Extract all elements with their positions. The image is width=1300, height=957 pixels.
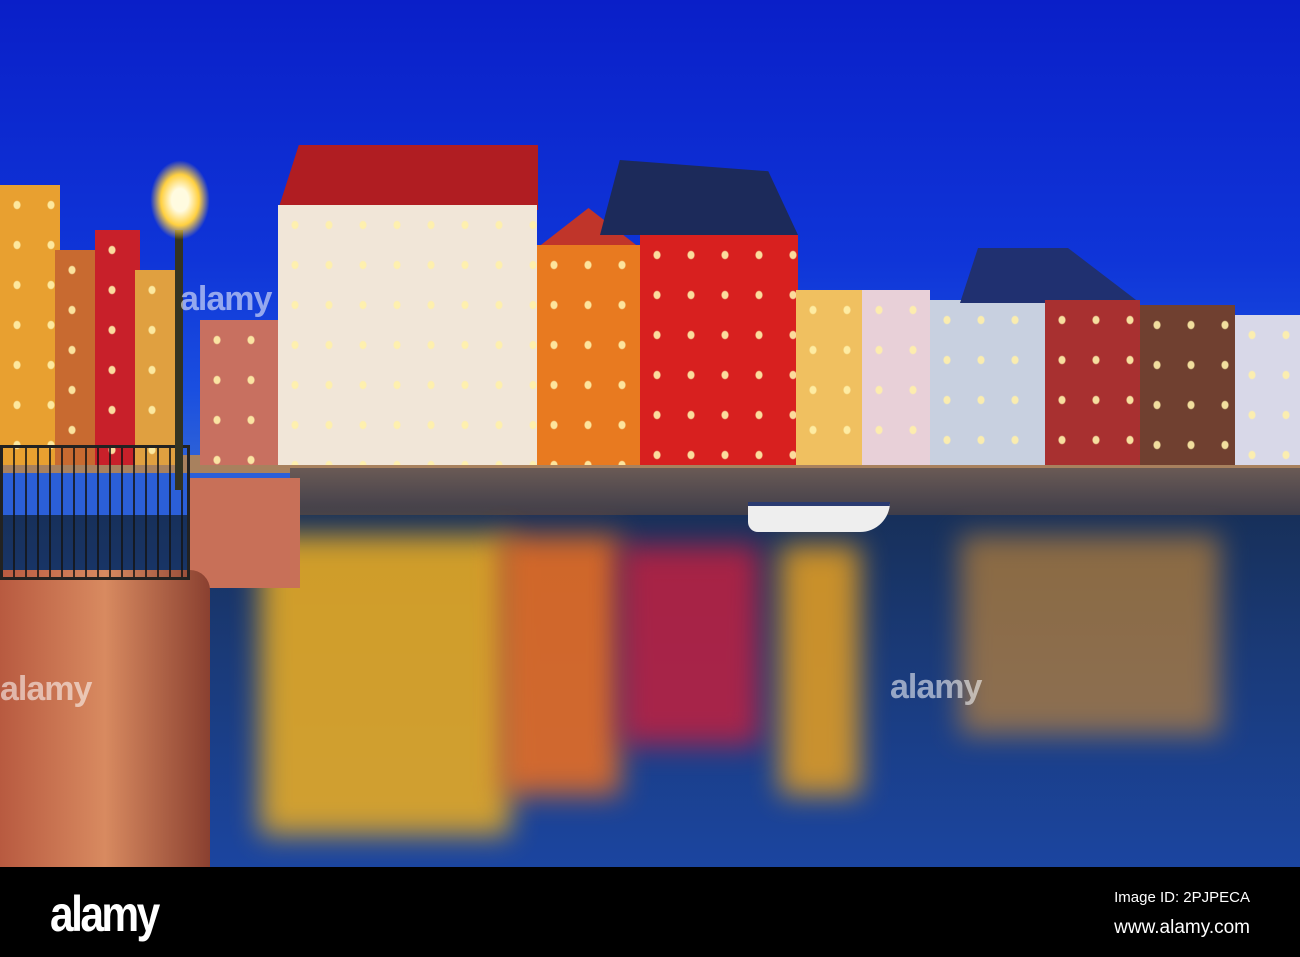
building-red bbox=[640, 235, 798, 465]
lamp-post bbox=[175, 230, 183, 490]
reflection-orange bbox=[500, 535, 620, 795]
building-yellow-left bbox=[0, 185, 60, 465]
building-lightblue bbox=[930, 300, 1045, 465]
roof-dark bbox=[600, 160, 798, 235]
photo: alamy alamy alamy bbox=[0, 0, 1300, 867]
reflection-yellow bbox=[780, 545, 860, 795]
reflection-right bbox=[960, 535, 1220, 735]
watermark: alamy bbox=[0, 670, 92, 708]
building-white bbox=[278, 205, 537, 465]
building-brown bbox=[1140, 305, 1235, 465]
building-white-right bbox=[1235, 315, 1300, 465]
watermark: alamy bbox=[180, 280, 272, 318]
building-far-left bbox=[200, 320, 280, 465]
alamy-logo[interactable]: alamy bbox=[50, 885, 160, 943]
bridge-pillar bbox=[0, 570, 210, 867]
roof-blue-right bbox=[960, 248, 1140, 303]
roof-red bbox=[278, 145, 538, 210]
building-red-left bbox=[95, 230, 140, 465]
bridge-arch bbox=[190, 478, 300, 588]
image-id: Image ID: 2PJPECA bbox=[1114, 889, 1250, 906]
bridge-railing bbox=[0, 445, 190, 580]
building-orange bbox=[537, 245, 640, 465]
street-lamp-icon bbox=[150, 160, 210, 240]
building-timber bbox=[55, 250, 100, 465]
building-pink bbox=[862, 290, 930, 465]
website-link[interactable]: www.alamy.com bbox=[1114, 917, 1250, 939]
reflection-red bbox=[620, 545, 760, 745]
footer-bar: alamy Image ID: 2PJPECA www.alamy.com bbox=[0, 867, 1300, 957]
building-yellow bbox=[796, 290, 862, 465]
building-yellow-small bbox=[135, 270, 175, 465]
building-red-brown bbox=[1045, 300, 1140, 465]
watermark: alamy bbox=[890, 668, 982, 706]
rowboat bbox=[748, 502, 890, 532]
